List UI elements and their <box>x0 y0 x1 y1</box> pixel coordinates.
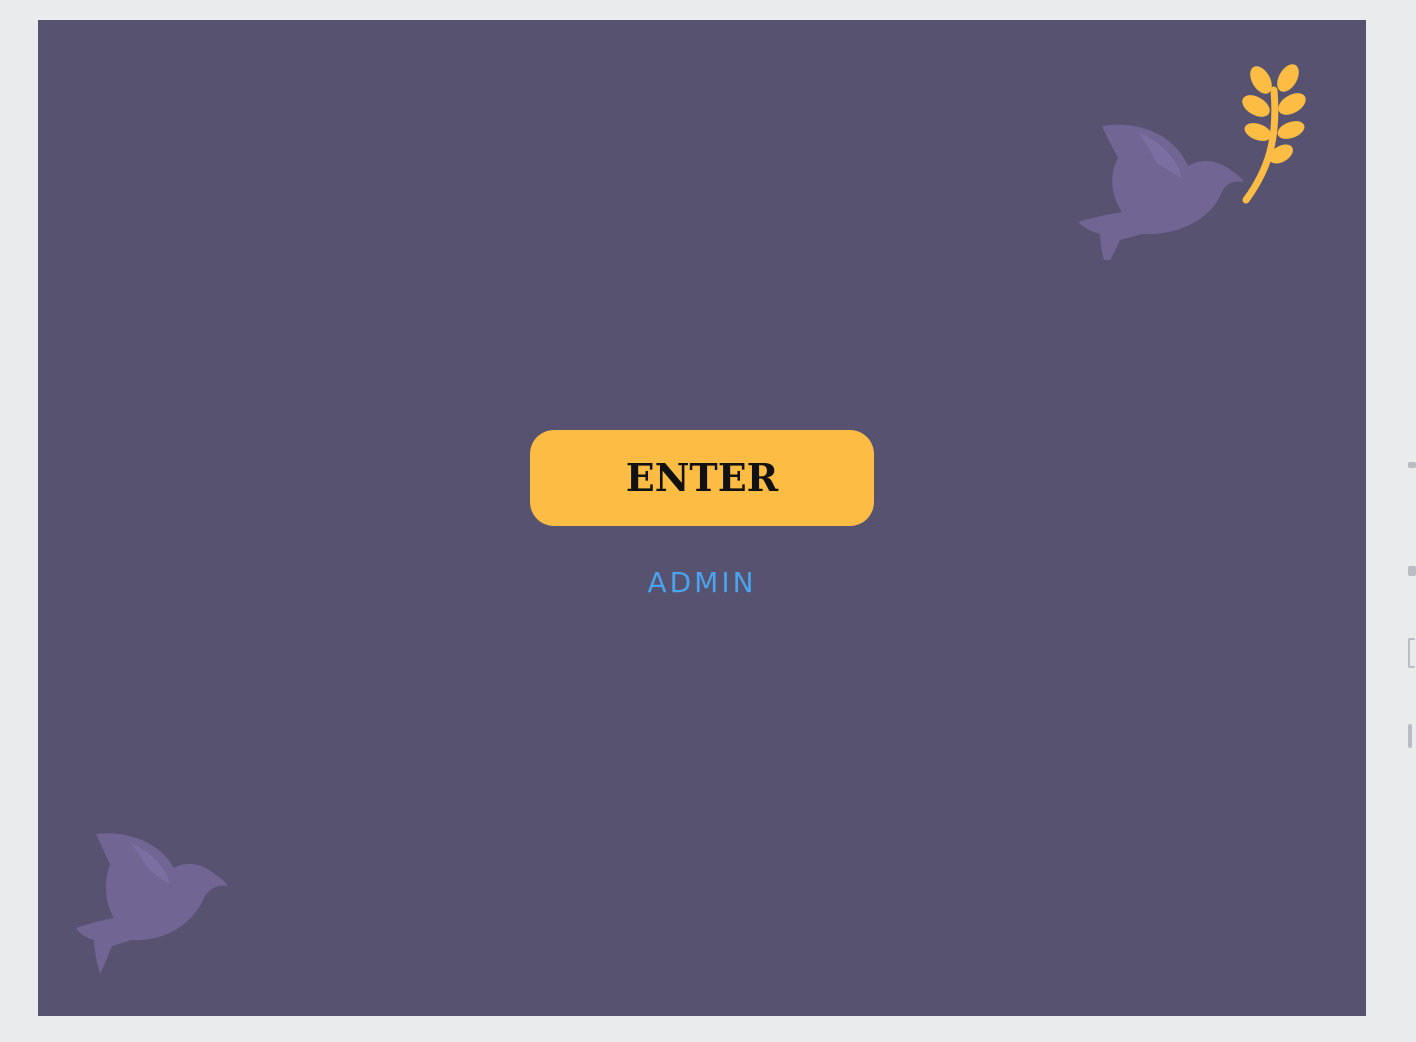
admin-link[interactable]: ADMIN <box>570 566 834 599</box>
landing-screen: ENTER ADMIN <box>38 20 1366 1016</box>
enter-button[interactable]: ENTER <box>530 430 874 526</box>
edge-mark <box>1408 724 1412 748</box>
offscreen-panel-edge <box>1404 450 1416 770</box>
edge-mark <box>1408 462 1416 468</box>
edge-mark <box>1408 566 1416 576</box>
olive-branch-icon <box>1242 64 1306 204</box>
dove-with-olive-branch-icon <box>1078 64 1306 260</box>
dove-icon <box>76 833 228 974</box>
edge-mark <box>1408 638 1415 668</box>
